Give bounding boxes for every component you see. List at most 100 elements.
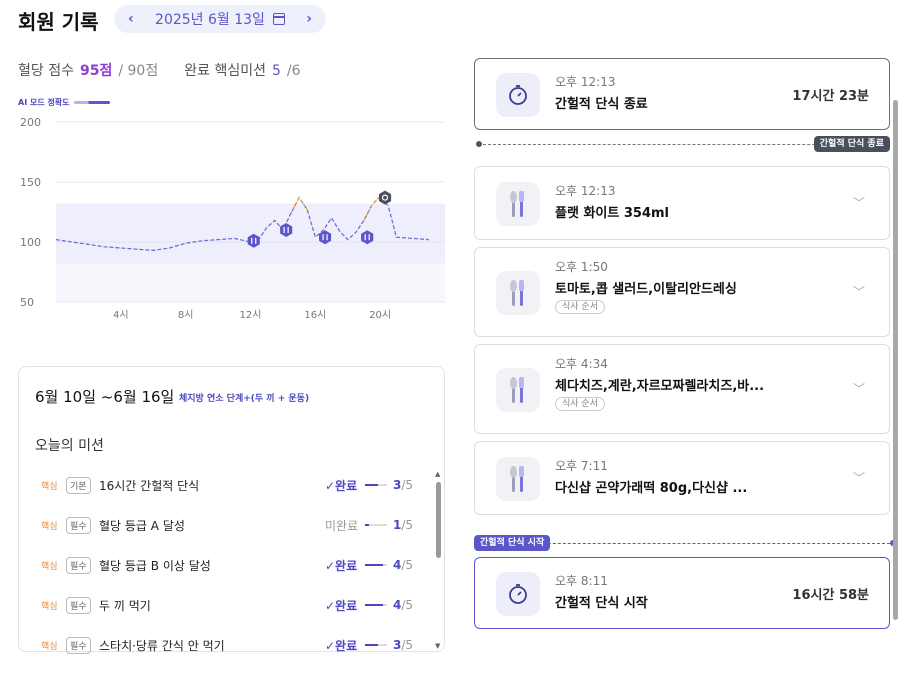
meal-card[interactable]: 오후 4:34 체다치즈,계란,자르모짜렐라치즈,바... 식사 순서 ﹀ <box>474 344 890 434</box>
mission-progress-bar <box>365 564 387 566</box>
chevron-right-icon[interactable]: › <box>306 11 312 27</box>
mission-count: 4/5 <box>393 558 413 572</box>
mission-total: /5 <box>401 518 414 532</box>
scroll-up-icon[interactable]: ▲ <box>435 470 440 478</box>
mission-type-badge: 필수 <box>66 596 91 614</box>
fasting-duration: 17시간 23분 <box>792 89 869 104</box>
mission-status: 미완료 <box>325 518 359 533</box>
mission-total: /5 <box>401 598 414 612</box>
mission-progress-fill <box>365 644 379 646</box>
chevron-down-icon[interactable]: ﹀ <box>853 283 865 300</box>
week-stage-tag: 체지방 연소 단계+(두 끼 + 운동) <box>179 394 310 404</box>
scrollbar-thumb[interactable] <box>436 482 441 558</box>
y-tick-label: 200 <box>20 116 41 129</box>
timeline: 오후 12:13 간헐적 단식 종료 17시간 23분 간헐적 단식 종료 오후 12:… <box>474 50 900 660</box>
meal-card[interactable]: 오후 1:50 토마토,콥 샐러드,이탈리안드레싱식사 순서 ﹀ <box>474 247 890 337</box>
y-tick-label: 100 <box>20 236 41 249</box>
meal-order-tag[interactable]: 식사 순서 <box>555 397 605 411</box>
x-tick-label: 12시 <box>240 309 262 321</box>
date-display[interactable]: 2025년 6월 13일 <box>155 9 285 29</box>
fasting-card[interactable]: 오후 12:13 간헐적 단식 종료 17시간 23분 <box>474 58 890 130</box>
mission-status: ✓완료 <box>325 598 358 613</box>
fork-knife-icon <box>510 280 524 306</box>
mission-progress-bar <box>365 644 387 646</box>
mission-name: 두 끼 먹기 <box>99 598 151 613</box>
peak-icon <box>379 190 392 205</box>
mission-name: 스타치·당류 간식 안 먹기 <box>99 638 225 653</box>
meal-card[interactable]: 오후 7:11 다신샵 곤약가래떡 80g,다신샵 ... ﹀ <box>474 441 890 515</box>
y-tick-label: 50 <box>20 296 34 309</box>
chevron-down-icon[interactable]: ﹀ <box>853 380 865 397</box>
mission-progress-bar <box>365 484 387 486</box>
mission-list: 핵심 기본 16시간 간헐적 단식 ✓완료 3/5 핵심 필수 혈당 등급 A 달성 미완료 1/… <box>19 465 431 665</box>
glucose-chart: 200 150 100 50 4시 8시 12시 16시 20시 <box>20 116 445 321</box>
mission-name: 혈당 등급 A 달성 <box>99 518 185 533</box>
glucose-score-label: 혈당 점수 <box>18 63 74 79</box>
fasting-thumb <box>496 572 540 616</box>
event-time: 오후 1:50 <box>555 260 608 274</box>
mission-type-badge: 필수 <box>66 516 91 534</box>
mission-row[interactable]: 핵심 필수 혈당 등급 B 이상 달성 ✓완료 4/5 <box>19 545 431 585</box>
calendar-icon[interactable] <box>272 13 285 25</box>
today-mission-title: 오늘의 미션 <box>35 438 104 454</box>
event-time: 오후 12:13 <box>555 184 616 198</box>
y-tick-label: 150 <box>20 176 41 189</box>
mission-count: 4/5 <box>393 598 413 612</box>
mission-name: 혈당 등급 B 이상 달성 <box>99 558 211 573</box>
mission-row[interactable]: 핵심 필수 스타치·당류 간식 안 먹기 ✓완료 3/5 <box>19 625 431 665</box>
date-selector[interactable]: ‹ 2025년 6월 13일 › <box>114 5 326 33</box>
ai-accuracy: AI 모드 정확도 <box>18 97 110 108</box>
mission-type-badge: 필수 <box>66 556 91 574</box>
mission-row[interactable]: 핵심 기본 16시간 간헐적 단식 ✓완료 3/5 <box>19 465 431 505</box>
mission-total: /5 <box>401 558 414 572</box>
fork-knife-icon <box>510 377 524 403</box>
mission-scrollbar[interactable]: ▲ ▼ <box>435 470 441 650</box>
scroll-down-icon[interactable]: ▼ <box>435 642 440 650</box>
event-label: 토마토,콥 샐러드,이탈리안드레싱 <box>555 282 737 297</box>
mission-status: ✓완료 <box>325 558 358 573</box>
event-label: 플랫 화이트 354ml <box>555 206 669 221</box>
mission-row[interactable]: 핵심 필수 두 끼 먹기 ✓완료 4/5 <box>19 585 431 625</box>
event-time: 오후 4:34 <box>555 357 608 371</box>
mission-type-badge: 기본 <box>66 476 91 494</box>
page-title: 회원 기록 <box>18 10 99 34</box>
stopwatch-icon <box>509 85 527 105</box>
x-tick-label: 16시 <box>304 309 326 321</box>
core-label: 핵심 <box>41 641 58 652</box>
mission-type-badge: 필수 <box>66 636 91 654</box>
core-label: 핵심 <box>41 481 58 492</box>
meal-order-tag[interactable]: 식사 순서 <box>555 300 605 314</box>
x-tick-label: 8시 <box>178 309 194 321</box>
fork-knife-icon <box>510 466 524 492</box>
score-summary: 혈당 점수 95점 / 90점 완료 핵심미션 5/6 <box>18 60 301 80</box>
mission-total-count: /6 <box>286 63 301 79</box>
core-label: 핵심 <box>41 521 58 532</box>
x-tick-label: 4시 <box>113 309 129 321</box>
event-time: 오후 8:11 <box>555 574 608 588</box>
date-label: 2025년 6월 13일 <box>155 12 265 28</box>
stopwatch-icon <box>509 584 527 604</box>
mission-count: 3/5 <box>393 638 413 652</box>
timeline-scrollbar[interactable] <box>892 60 900 630</box>
meal-card[interactable]: 오후 12:13 플랫 화이트 354ml ﹀ <box>474 166 890 240</box>
mission-row[interactable]: 핵심 필수 혈당 등급 A 달성 미완료 1/5 <box>19 505 431 545</box>
event-time: 오후 7:11 <box>555 459 608 473</box>
fasting-card[interactable]: 오후 8:11 간헐적 단식 시작 16시간 58분 <box>474 557 890 629</box>
event-time: 오후 12:13 <box>555 75 616 89</box>
ai-accuracy-label: AI 모드 정확도 <box>18 98 70 107</box>
mission-count: 3/5 <box>393 478 413 492</box>
scrollbar-thumb[interactable] <box>893 100 898 620</box>
x-tick-label: 20시 <box>369 309 391 321</box>
fasting-thumb <box>496 73 540 117</box>
meal-thumb <box>496 368 540 412</box>
mission-progress-bar <box>365 524 387 526</box>
chevron-down-icon[interactable]: ﹀ <box>853 194 865 211</box>
glucose-score-total: / 90점 <box>118 63 159 79</box>
chevron-left-icon[interactable]: ‹ <box>128 11 134 27</box>
mission-count: 1/5 <box>393 518 413 532</box>
mission-progress-fill <box>365 604 383 606</box>
chevron-down-icon[interactable]: ﹀ <box>853 469 865 486</box>
mission-card: 6월 10일 ~6월 16일 체지방 연소 단계+(두 끼 + 운동) 오늘의 … <box>18 366 445 654</box>
event-label: 다신샵 곤약가래떡 80g,다신샵 ... <box>555 481 748 496</box>
core-label: 핵심 <box>41 601 58 612</box>
